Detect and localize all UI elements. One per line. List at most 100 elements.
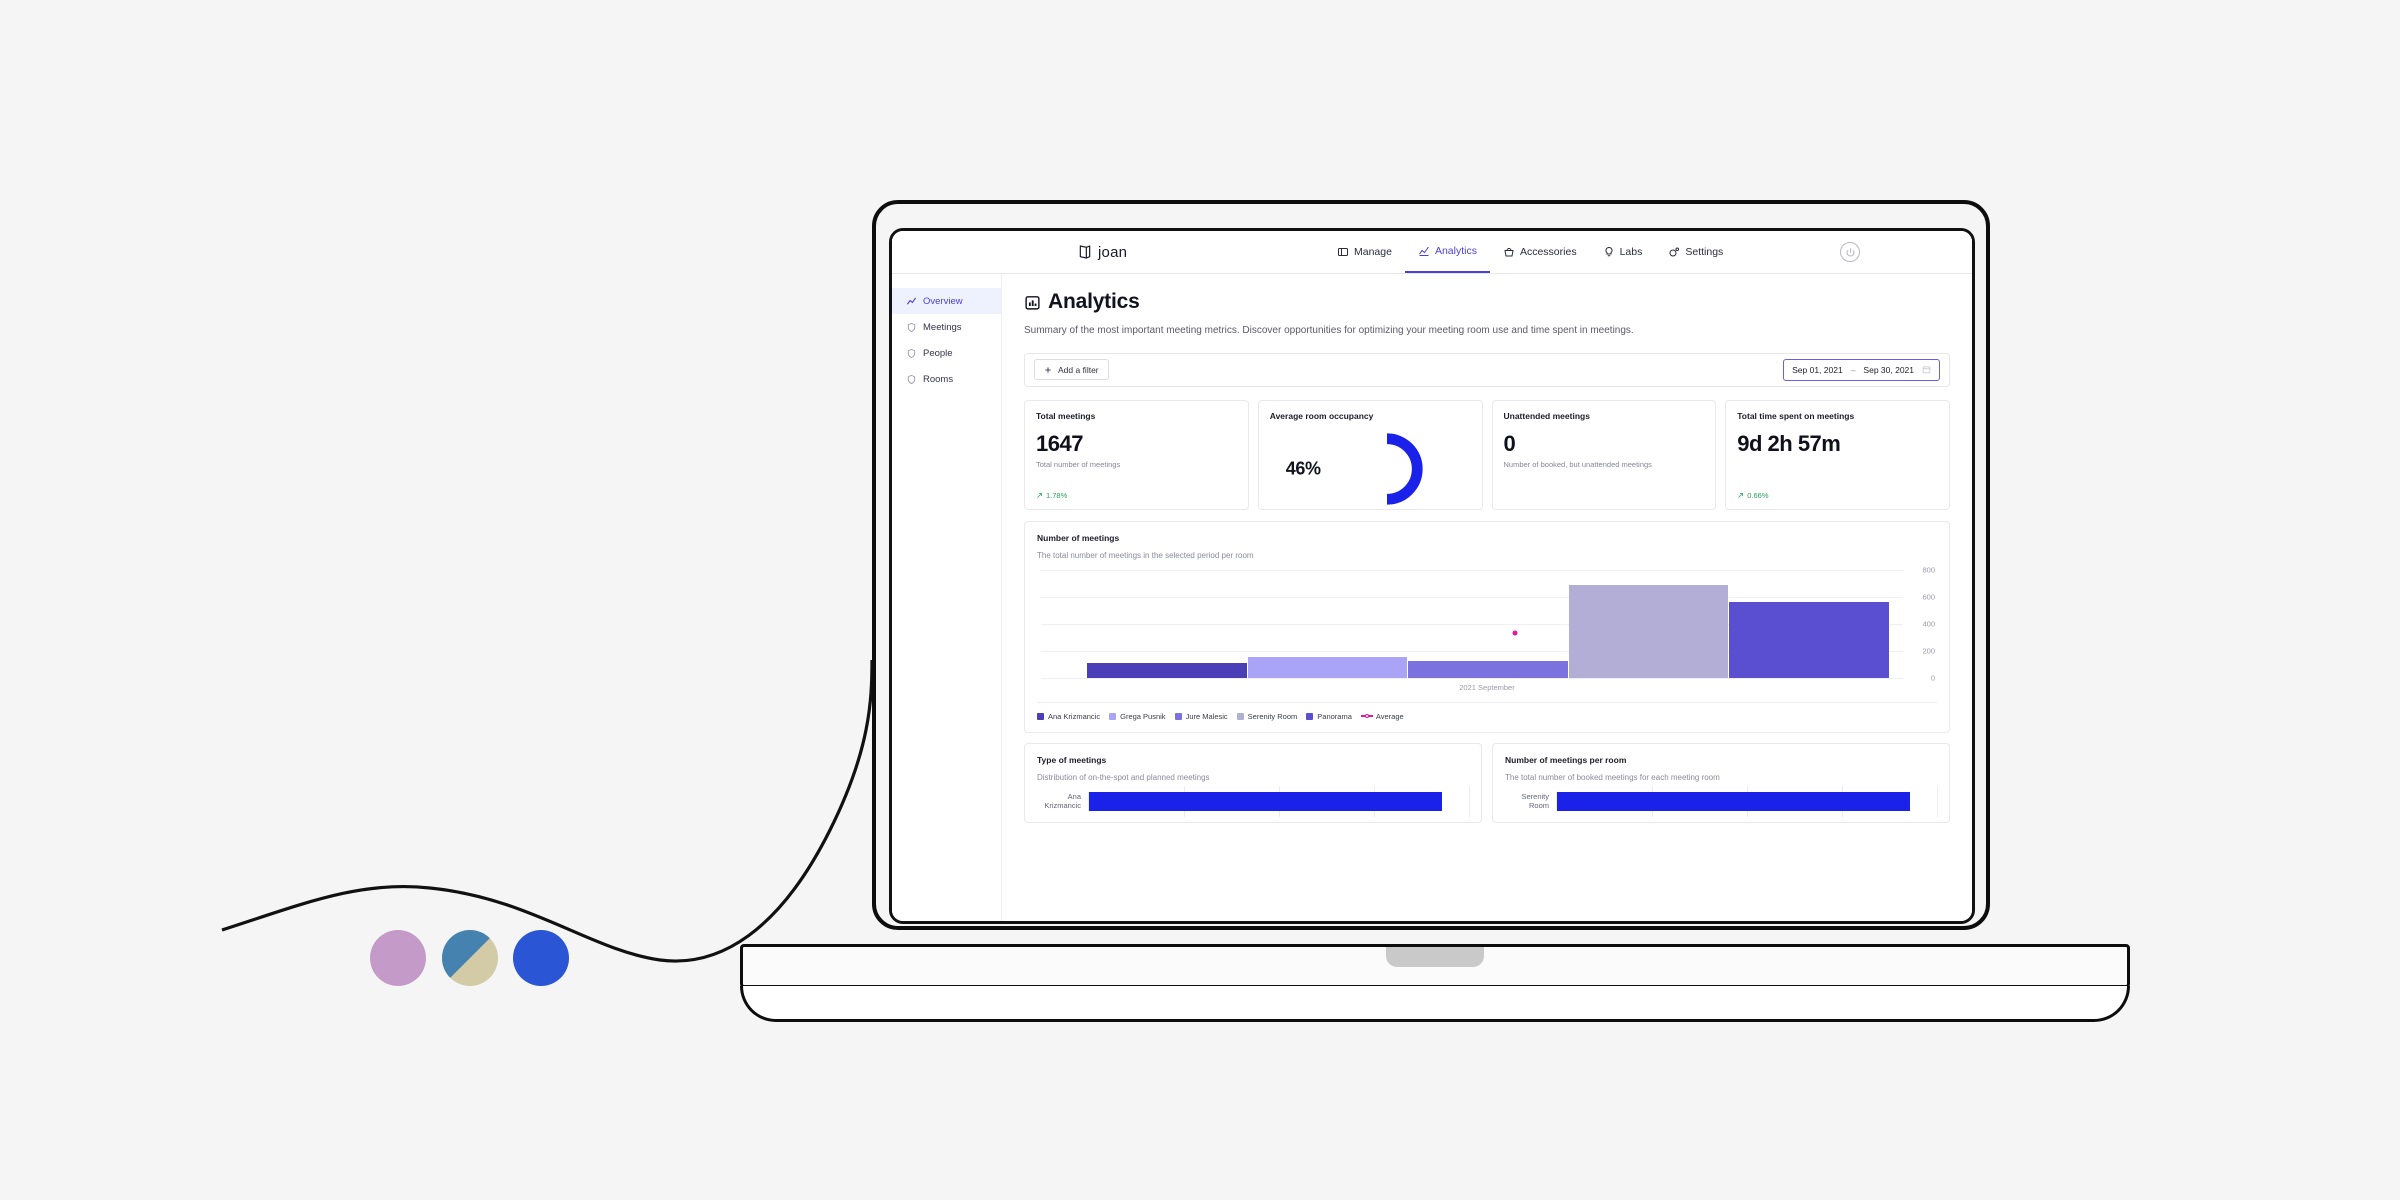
y-axis-tick: 600 bbox=[1922, 592, 1935, 601]
legend-label: Jure Malesic bbox=[1185, 711, 1228, 721]
legend-label: Panorama bbox=[1317, 711, 1352, 721]
legend-average-marker bbox=[1360, 714, 1373, 718]
average-marker bbox=[1512, 630, 1518, 636]
bar-serenity-room[interactable] bbox=[1568, 585, 1729, 678]
panel-meetings-per-room: Number of meetings per room The total nu… bbox=[1492, 742, 1950, 823]
nav-item-labs[interactable]: Labs bbox=[1590, 231, 1656, 273]
sidebar-label-meetings: Meetings bbox=[923, 321, 962, 333]
power-avatar-icon bbox=[1846, 247, 1854, 256]
date-separator: – bbox=[1850, 364, 1856, 375]
page-title: Analytics bbox=[1024, 290, 1950, 314]
card-unattended-meetings: Unattended meetings 0 Number of booked, … bbox=[1491, 399, 1717, 510]
nav-label-settings: Settings bbox=[1685, 246, 1724, 258]
legend-item[interactable]: Serenity Room bbox=[1236, 712, 1297, 721]
hbar-label: Ana Krizmancic bbox=[1044, 791, 1081, 810]
sidebar-item-overview[interactable]: Overview bbox=[892, 288, 1001, 314]
sidebar-item-people[interactable]: People bbox=[892, 340, 1001, 366]
legend-item[interactable]: Ana Krizmancic bbox=[1037, 712, 1100, 721]
panel-subtitle: The total number of booked meetings for … bbox=[1505, 772, 1720, 782]
sidebar-item-meetings[interactable]: Meetings bbox=[892, 314, 1001, 340]
grid-line bbox=[1041, 677, 1903, 679]
joan-app: joan Manage Analytics Accessories Labs S… bbox=[892, 231, 1972, 921]
date-range-picker[interactable]: Sep 01, 2021 – Sep 30, 2021 bbox=[1783, 358, 1940, 381]
hbar-track bbox=[1556, 785, 1938, 817]
shield-icon bbox=[907, 374, 916, 384]
status-badge: 1.78% bbox=[1036, 491, 1237, 500]
panel-number-of-meetings: Number of meetings The total number of m… bbox=[1024, 520, 1950, 733]
lightbulb-icon bbox=[1605, 246, 1613, 257]
gear-icon bbox=[1669, 247, 1680, 257]
page-title-text: Analytics bbox=[1048, 290, 1140, 313]
legend-swatch bbox=[1109, 712, 1117, 720]
status-badge: 0.66% bbox=[1737, 491, 1938, 500]
nav-label-labs: Labs bbox=[1619, 246, 1643, 258]
chart-legend: Ana Krizmancic Grega Pusnik Jure Malesic Se… bbox=[1037, 701, 1937, 721]
bar-panorama[interactable] bbox=[1729, 601, 1889, 678]
main-content: Analytics Summary of the most important … bbox=[1002, 274, 1972, 921]
blue-circle bbox=[513, 930, 569, 986]
card-title: Average room occupancy bbox=[1269, 410, 1374, 421]
app-topbar: joan Manage Analytics Accessories Labs S… bbox=[892, 231, 1972, 274]
nav-label-accessories: Accessories bbox=[1519, 246, 1577, 258]
bar-chart-icon bbox=[1025, 295, 1040, 310]
hbar-track bbox=[1088, 785, 1470, 817]
hbar-label: Serenity Room bbox=[1521, 791, 1549, 810]
card-value: 0 bbox=[1503, 430, 1516, 456]
nav-item-manage[interactable]: Manage bbox=[1324, 231, 1405, 273]
scene: joan Manage Analytics Accessories Labs S… bbox=[0, 0, 2400, 1200]
line-chart-icon bbox=[906, 297, 917, 305]
legend-item[interactable]: Jure Malesic bbox=[1174, 711, 1228, 721]
card-total-time-spent: Total time spent on meetings 9d 2h 57m 0… bbox=[1725, 399, 1950, 510]
bottom-panels: Type of meetings Distribution of on-the-… bbox=[1024, 742, 1950, 823]
shield-icon bbox=[907, 322, 916, 332]
legend-label: Ana Krizmancic bbox=[1048, 711, 1101, 721]
hbar-fill bbox=[1557, 791, 1911, 811]
card-title: Unattended meetings bbox=[1503, 410, 1590, 421]
sidebar-label-overview: Overview bbox=[923, 295, 963, 307]
legend-label: Grega Pusnik bbox=[1120, 711, 1166, 721]
nav-item-analytics[interactable]: Analytics bbox=[1404, 231, 1490, 273]
add-filter-button[interactable]: Add a filter bbox=[1034, 359, 1109, 380]
bar-grega-pusnik[interactable] bbox=[1247, 657, 1408, 678]
nav-item-settings[interactable]: Settings bbox=[1655, 231, 1736, 273]
donut-arc bbox=[1386, 432, 1423, 505]
basket-icon bbox=[1504, 248, 1514, 257]
nav-item-accessories[interactable]: Accessories bbox=[1490, 231, 1590, 273]
legend-swatch bbox=[1037, 712, 1044, 720]
card-title: Total time spent on meetings bbox=[1737, 410, 1855, 421]
split-circle bbox=[442, 930, 498, 986]
bar-ana-krizmancic[interactable] bbox=[1087, 662, 1247, 678]
window-icon bbox=[1338, 248, 1348, 256]
joan-logo[interactable]: joan bbox=[1077, 244, 1127, 261]
calendar-icon bbox=[1922, 366, 1931, 374]
card-value: 1647 bbox=[1036, 430, 1083, 456]
bar-jure-malesic[interactable] bbox=[1408, 660, 1568, 678]
legend-item[interactable]: Panorama bbox=[1306, 712, 1352, 721]
card-subtitle: Total number of meetings bbox=[1036, 459, 1121, 469]
y-axis-tick: 200 bbox=[1922, 646, 1935, 655]
card-total-meetings: Total meetings 1647 Total number of meet… bbox=[1024, 399, 1249, 510]
hbar-row: Serenity Room bbox=[1505, 785, 1938, 817]
joan-logo-text: joan bbox=[1098, 243, 1128, 261]
y-axis-tick: 0 bbox=[1930, 673, 1935, 682]
avatar[interactable] bbox=[1840, 242, 1860, 262]
legend-item-average[interactable]: Average bbox=[1360, 712, 1404, 721]
bar-group bbox=[1087, 570, 1889, 678]
laptop-screen: joan Manage Analytics Accessories Labs S… bbox=[889, 228, 1975, 924]
card-subtitle: Number of booked, but unattended meeting… bbox=[1503, 459, 1652, 469]
app-body: Overview Meetings People Rooms Analytics… bbox=[892, 274, 1972, 921]
sidebar-label-rooms: Rooms bbox=[923, 373, 954, 385]
mauve-circle bbox=[370, 930, 426, 986]
sidebar: Overview Meetings People Rooms bbox=[892, 274, 1002, 921]
trackpad-notch bbox=[1386, 947, 1484, 967]
card-title: Total meetings bbox=[1036, 410, 1096, 421]
card-average-room-occupancy: Average room occupancy 46% bbox=[1257, 399, 1483, 510]
hbar-fill bbox=[1089, 791, 1443, 811]
legend-item[interactable]: Grega Pusnik bbox=[1109, 711, 1166, 721]
laptop-foot bbox=[740, 986, 2130, 1022]
panel-title: Number of meetings per room bbox=[1505, 754, 1627, 765]
card-value: 9d 2h 57m bbox=[1737, 430, 1841, 456]
sidebar-item-rooms[interactable]: Rooms bbox=[892, 366, 1001, 392]
page-description: Summary of the most important meeting me… bbox=[1024, 325, 1634, 336]
arrow-up-right-icon bbox=[1037, 492, 1042, 498]
